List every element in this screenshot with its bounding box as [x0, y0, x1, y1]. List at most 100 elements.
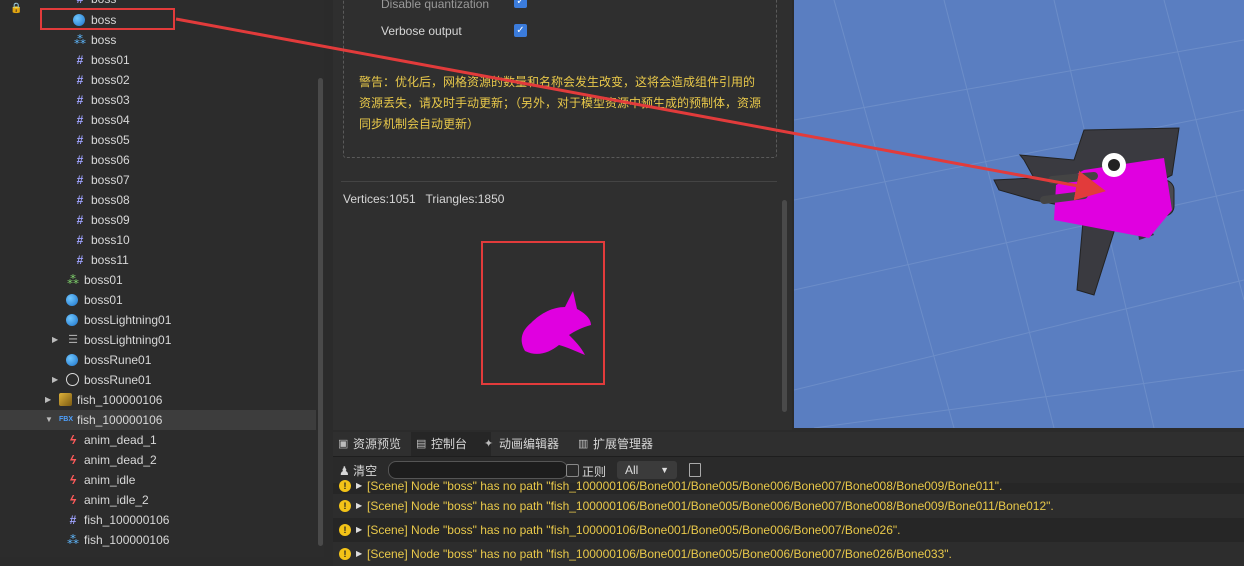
tree-item[interactable]: ▶ bossRune01: [0, 370, 316, 390]
log-text: [Scene] Node "boss" has no path "fish_10…: [367, 523, 901, 537]
anim-icon: ϟ: [69, 493, 77, 507]
tree-item[interactable]: # boss05: [0, 130, 316, 150]
mesh-icon: #: [76, 193, 84, 207]
tree-item-label: boss07: [91, 173, 130, 187]
vertices-count: Vertices:1051: [343, 192, 416, 206]
briefcase-icon: ▥: [578, 438, 589, 450]
tree-item-label: fish_100000106: [84, 533, 170, 547]
scene-canvas: [794, 0, 1244, 428]
warning-icon: !: [339, 548, 351, 560]
log-text: [Scene] Node "boss" has no path "fish_10…: [367, 499, 1054, 513]
tree-item[interactable]: boss01: [0, 290, 316, 310]
mesh-stats: Vertices:1051 Triangles:1850: [343, 192, 504, 206]
tree-item[interactable]: # boss11: [0, 250, 316, 270]
log-row[interactable]: ! ▶ [Scene] Node "boss" has no path "fish_…: [333, 494, 1244, 518]
ship-model: [993, 127, 1180, 296]
optimization-warning: 警告：优化后，网格资源的数量和名称会发生改变，这将会造成组件引用的资源丢失，请及…: [359, 75, 762, 131]
tree-item-label: boss04: [91, 113, 130, 127]
disable-quantization-checkbox[interactable]: ✓: [514, 0, 527, 8]
tree-item[interactable]: ϟ anim_idle_2: [0, 490, 316, 510]
tree-item[interactable]: # boss06: [0, 150, 316, 170]
expand-right-icon[interactable]: ▶: [52, 330, 58, 350]
tree-item-label: boss01: [91, 53, 130, 67]
folder-icon: ▣: [338, 438, 349, 450]
tree-item-label: anim_dead_1: [84, 433, 157, 447]
mesh-icon: #: [69, 513, 77, 527]
sphere-icon: [66, 294, 78, 306]
triangles-count: Triangles:1850: [425, 192, 505, 206]
tree-item[interactable]: ϟ anim_idle: [0, 470, 316, 490]
expand-right-icon[interactable]: ▶: [52, 370, 58, 390]
tree-item[interactable]: # boss08: [0, 190, 316, 210]
mesh-icon: #: [76, 133, 84, 147]
anim-icon: ϟ: [69, 453, 77, 467]
tree-item-label: boss01: [84, 293, 123, 307]
console-panel: ▣ 资源预览 ▤ 控制台 ✦ 动画编辑器 ▥ 扩展管理器 ♟ 清空 正则 All ▼ ! ▶…: [333, 432, 1244, 566]
tree-item-label: bossLightning01: [84, 313, 172, 327]
tree-item[interactable]: ▶ ☰ bossLightning01: [0, 330, 316, 350]
expand-right-icon[interactable]: ▶: [356, 518, 362, 542]
tab-extension-manager[interactable]: ▥ 扩展管理器: [573, 432, 679, 456]
expand-right-icon[interactable]: ▶: [45, 390, 51, 410]
verbose-output-label: Verbose output: [381, 24, 462, 38]
log-row[interactable]: ! ▶ [Scene] Node "boss" has no path "fish_…: [333, 542, 1244, 566]
bottom-tabs: ▣ 资源预览 ▤ 控制台 ✦ 动画编辑器 ▥ 扩展管理器: [333, 432, 1244, 457]
expand-down-icon[interactable]: ▼: [45, 410, 53, 430]
tree-item[interactable]: # boss02: [0, 70, 316, 90]
tree-item-label: boss06: [91, 153, 130, 167]
tree-item-label: boss01: [84, 273, 123, 287]
warning-icon: !: [339, 500, 351, 512]
tree-item[interactable]: ⁂ boss01: [0, 270, 316, 290]
warning-icon: !: [339, 480, 351, 492]
tree-item[interactable]: # boss10: [0, 230, 316, 250]
tree-item[interactable]: # boss01: [0, 50, 316, 70]
prefab-icon: ⁂: [67, 533, 79, 547]
mesh-icon: #: [76, 173, 84, 187]
mesh-preview-shape: [521, 291, 591, 355]
tree-item-label: boss09: [91, 213, 130, 227]
texture-icon: [59, 393, 72, 406]
mesh-icon: #: [76, 53, 84, 67]
tree-item[interactable]: # boss03: [0, 90, 316, 110]
tree-item[interactable]: # fish_100000106: [0, 510, 316, 530]
tree-item-label: fish_100000106: [84, 513, 170, 527]
tree-item-label: bossRune01: [84, 353, 152, 367]
tree-item-label: anim_idle: [84, 473, 136, 487]
tree-item-label: boss05: [91, 133, 130, 147]
tree-item-label: fish_100000106: [77, 393, 163, 407]
tree-item[interactable]: # boss09: [0, 210, 316, 230]
mesh-preview[interactable]: [481, 241, 605, 385]
tree-scrollbar[interactable]: [318, 78, 323, 546]
expand-right-icon[interactable]: ▶: [356, 494, 362, 518]
tree-item-label: boss: [91, 33, 117, 47]
terminal-icon: ▤: [416, 438, 427, 450]
expand-right-icon[interactable]: ▶: [356, 542, 362, 566]
tree-item-label: boss03: [91, 93, 130, 107]
log-row[interactable]: ! ▶ [Scene] Node "boss" has no path "fish_…: [333, 518, 1244, 542]
tree-item[interactable]: # boss04: [0, 110, 316, 130]
inspector-scrollbar[interactable]: [782, 200, 787, 412]
tree-item-label: fish_100000106: [77, 413, 163, 427]
asset-tree-panel: 🔒 #bossboss⁂boss#boss01#boss02#boss03#bo…: [0, 0, 324, 557]
tree-item[interactable]: ⁂ boss: [0, 30, 316, 50]
tree-item[interactable]: ϟ anim_dead_1: [0, 430, 316, 450]
tree-item[interactable]: ⁂ fish_100000106: [0, 530, 316, 550]
tree-item[interactable]: ▶ fish_100000106: [0, 390, 316, 410]
mesh-icon: #: [76, 233, 84, 247]
tree-item[interactable]: bossLightning01: [0, 310, 316, 330]
tree-item[interactable]: # boss07: [0, 170, 316, 190]
tree-item-label: boss10: [91, 233, 130, 247]
scene-view[interactable]: [794, 0, 1244, 428]
mesh-icon: #: [76, 93, 84, 107]
tab-animation-editor[interactable]: ✦ 动画编辑器: [479, 432, 585, 456]
tree-item[interactable]: ϟ anim_dead_2: [0, 450, 316, 470]
verbose-output-checkbox[interactable]: ✓: [514, 24, 527, 37]
tree-item-label: bossLightning01: [84, 333, 172, 347]
divider: [341, 181, 777, 182]
tree-item-label: anim_dead_2: [84, 453, 157, 467]
tree-item[interactable]: bossRune01: [0, 350, 316, 370]
tree-item[interactable]: ▼ FBX fish_100000106: [0, 410, 316, 430]
tree-item-label: boss08: [91, 193, 130, 207]
prefab-icon: ⁂: [74, 33, 86, 47]
tree-item-label: anim_idle_2: [84, 493, 149, 507]
